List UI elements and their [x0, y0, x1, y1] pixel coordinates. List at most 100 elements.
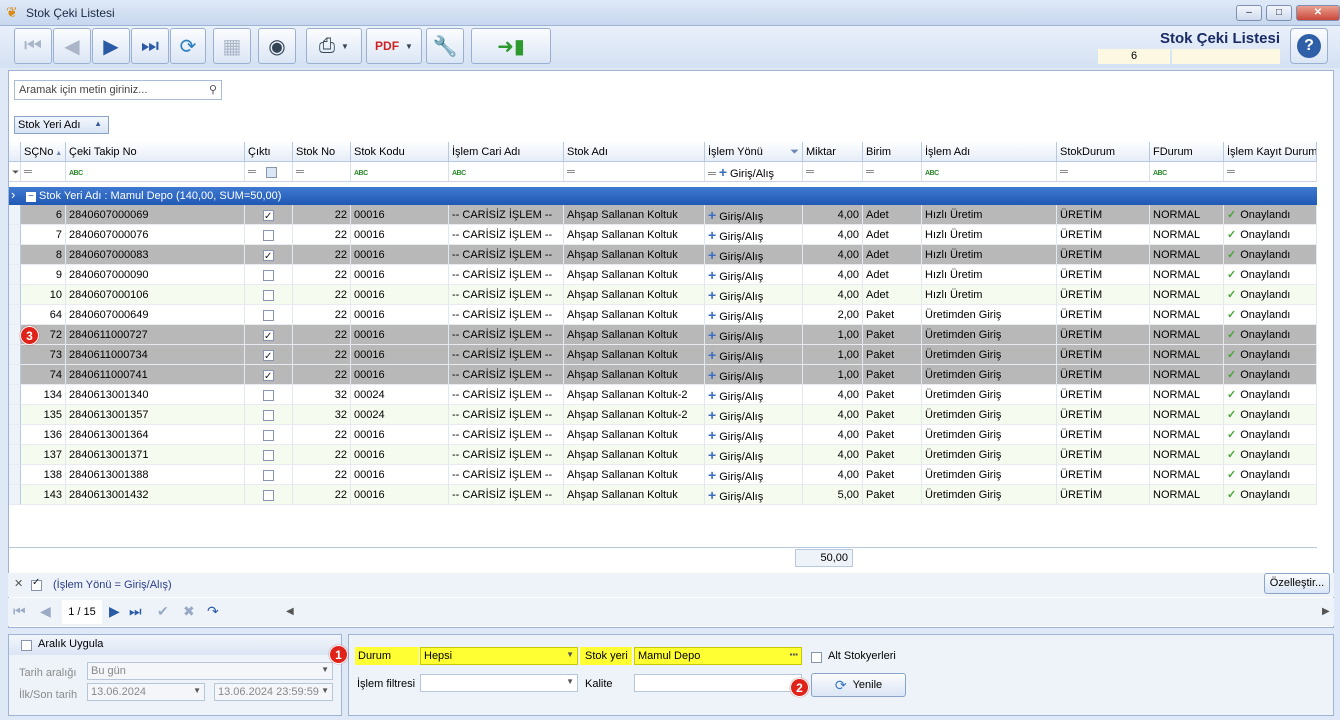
help-button[interactable]: ?: [1290, 28, 1328, 64]
durum-select[interactable]: Hepsi ▼: [420, 647, 578, 665]
table-row[interactable]: 64 2840607000649 22 00016 -- CARİSİZ İŞLEM -…: [9, 305, 1317, 325]
table-row[interactable]: 138 2840613001388 22 00016 -- CARİSİZ İŞLEM …: [9, 465, 1317, 485]
exit-button[interactable]: ➜▮: [471, 28, 551, 64]
kalite-input[interactable]: [634, 674, 802, 692]
filter-checkbox[interactable]: [265, 166, 277, 178]
scroll-right-icon[interactable]: ▶: [1322, 606, 1330, 617]
filter-cell-islem-yonu[interactable]: ═ + Giriş/Alış: [705, 162, 803, 182]
table-row[interactable]: 732840611000734 2200016-- CARİSİZ İŞLEM -…: [9, 345, 1317, 365]
scroll-left-icon[interactable]: ◀: [286, 606, 294, 617]
filter-cell-stok-durum[interactable]: ═: [1057, 162, 1150, 182]
filter-cell-birim[interactable]: ═: [863, 162, 922, 182]
table-row[interactable]: 136 2840613001364 22 00016 -- CARİSİZ İŞLEM …: [9, 425, 1317, 445]
cikti-checkbox[interactable]: [263, 327, 274, 344]
cikti-checkbox[interactable]: [263, 469, 274, 481]
nav-cancel-icon[interactable]: ✖: [183, 603, 195, 620]
cikti-checkbox[interactable]: [263, 347, 274, 364]
close-button[interactable]: ✕: [1296, 5, 1340, 21]
maximize-button[interactable]: □: [1266, 5, 1292, 21]
cikti-checkbox[interactable]: [263, 269, 274, 281]
column-header-birim[interactable]: Birim: [863, 142, 922, 162]
table-row[interactable]: 7228406110007272200016-- CARİSİZ İŞLEM -…: [9, 325, 1317, 345]
table-row[interactable]: 62840607000069 2200016-- CARİSİZ İŞLEM --…: [9, 205, 1317, 225]
next-record-button[interactable]: ▶: [92, 28, 130, 64]
cikti-checkbox[interactable]: [263, 429, 274, 441]
cikti-checkbox[interactable]: [263, 229, 274, 241]
filter-cell-stok-kodu[interactable]: ABC: [351, 162, 449, 182]
filter-enable-checkbox[interactable]: [31, 577, 42, 591]
filter-cell-miktar[interactable]: ═: [803, 162, 863, 182]
column-header-ceki-takip-no[interactable]: Çeki Takip No: [66, 142, 245, 162]
filter-cell-islem-cari-adi[interactable]: ABC: [449, 162, 564, 182]
preview-grid-button[interactable]: ▦: [213, 28, 251, 64]
nav-prev-icon[interactable]: ◀: [40, 603, 51, 620]
filter-cell-stok-adi[interactable]: ═: [564, 162, 705, 182]
table-row[interactable]: 10 2840607000106 22 00016 -- CARİSİZ İŞLEM -…: [9, 285, 1317, 305]
first-record-button[interactable]: ⏮: [14, 28, 52, 64]
filter-cell-ceki-takip-no[interactable]: ABC: [66, 162, 245, 182]
search-input[interactable]: Aramak için metin giriniz... ⚲: [14, 80, 222, 100]
table-row[interactable]: 137 2840613001371 22 00016 -- CARİSİZ İŞLEM …: [9, 445, 1317, 465]
table-row[interactable]: 134 2840613001340 32 00024 -- CARİSİZ İŞLEM …: [9, 385, 1317, 405]
range-apply-checkbox[interactable]: [21, 639, 32, 651]
cikti-checkbox[interactable]: [263, 489, 274, 501]
nav-apply-icon[interactable]: ✔: [157, 603, 169, 620]
first-date-input[interactable]: 13.06.2024 ▼: [87, 683, 205, 701]
nav-next-icon[interactable]: ▶: [109, 603, 120, 620]
table-row[interactable]: 9 2840607000090 22 00016 -- CARİSİZ İŞLEM --…: [9, 265, 1317, 285]
column-header-cikti[interactable]: Çıktı: [245, 142, 293, 162]
group-row[interactable]: › − Stok Yeri Adı : Mamul Depo (140,00, SU…: [9, 187, 1317, 205]
last-record-button[interactable]: ⏭: [131, 28, 169, 64]
column-header-stok-kodu[interactable]: Stok Kodu: [351, 142, 449, 162]
filter-expression[interactable]: (İşlem Yönü = Giriş/Alış): [53, 579, 172, 591]
filter-cell-islem-kayit-durumu[interactable]: ═: [1224, 162, 1317, 182]
nav-last-icon[interactable]: ⏭: [129, 603, 142, 620]
filter-cell-islem-adi[interactable]: ABC: [922, 162, 1057, 182]
table-row[interactable]: 143 2840613001432 22 00016 -- CARİSİZ İŞLEM …: [9, 485, 1317, 505]
nav-refresh-icon[interactable]: ↷: [207, 603, 219, 620]
table-row[interactable]: 742840611000741 2200016-- CARİSİZ İŞLEM -…: [9, 365, 1317, 385]
cikti-checkbox[interactable]: [263, 309, 274, 321]
customize-button[interactable]: Özelleştir...: [1264, 573, 1330, 594]
previous-record-button[interactable]: ◀: [53, 28, 91, 64]
cikti-checkbox[interactable]: [263, 389, 274, 401]
export-pdf-button[interactable]: PDF ▼: [366, 28, 422, 64]
cikti-checkbox[interactable]: [263, 449, 274, 461]
table-row[interactable]: 135 2840613001357 32 00024 -- CARİSİZ İŞLEM …: [9, 405, 1317, 425]
view-button[interactable]: ◉: [258, 28, 296, 64]
filter-cell-cikti[interactable]: ═: [245, 162, 293, 182]
clear-filter-icon[interactable]: ✕: [14, 577, 23, 590]
column-header-stok-adi[interactable]: Stok Adı: [564, 142, 705, 162]
cikti-checkbox[interactable]: [263, 247, 274, 264]
minimize-button[interactable]: –: [1236, 5, 1262, 21]
column-header-stok-no[interactable]: Stok No: [293, 142, 351, 162]
column-header-stok-durum[interactable]: StokDurum: [1057, 142, 1150, 162]
nav-first-icon[interactable]: ⏮: [13, 603, 26, 620]
cikti-checkbox[interactable]: [263, 409, 274, 421]
settings-tool-button[interactable]: 🔧: [426, 28, 464, 64]
column-header-islem-adi[interactable]: İşlem Adı: [922, 142, 1057, 162]
column-header-islem-kayit-durumu[interactable]: İşlem Kayıt Durumu: [1224, 142, 1317, 162]
refresh-list-button[interactable]: ⟳ Yenile: [811, 673, 906, 697]
stokyeri-select[interactable]: Mamul Depo ▪▪▪: [634, 647, 802, 665]
date-range-select[interactable]: Bu gün ▼: [87, 662, 333, 680]
islem-filtresi-select[interactable]: ▼: [420, 674, 578, 692]
cikti-checkbox[interactable]: [263, 207, 274, 224]
table-row[interactable]: 82840607000083 2200016-- CARİSİZ İŞLEM --…: [9, 245, 1317, 265]
filter-cell-scno[interactable]: ═: [21, 162, 66, 182]
column-header-scno[interactable]: SÇNo ▲: [21, 142, 66, 162]
cikti-checkbox[interactable]: [263, 367, 274, 384]
filter-cell-stok-no[interactable]: ═: [293, 162, 351, 182]
column-header-miktar[interactable]: Miktar: [803, 142, 863, 162]
last-date-input[interactable]: 13.06.2024 23:59:59 ▼: [214, 683, 333, 701]
column-header-f-durum[interactable]: FDurum: [1150, 142, 1224, 162]
collapse-group-icon[interactable]: −: [26, 192, 36, 202]
alt-stokyerleri-checkbox[interactable]: [811, 651, 822, 663]
table-row[interactable]: 7 2840607000076 22 00016 -- CARİSİZ İŞLEM --…: [9, 225, 1317, 245]
cikti-checkbox[interactable]: [263, 289, 274, 301]
column-header-islem-yonu[interactable]: İşlem Yönü ⏷: [705, 142, 803, 162]
print-button[interactable]: ⎙ ▼: [306, 28, 362, 64]
refresh-button[interactable]: ⟳: [170, 28, 206, 64]
group-by-chip[interactable]: Stok Yeri Adı ▲: [14, 116, 109, 134]
column-header-islem-cari-adi[interactable]: İşlem Cari Adı: [449, 142, 564, 162]
